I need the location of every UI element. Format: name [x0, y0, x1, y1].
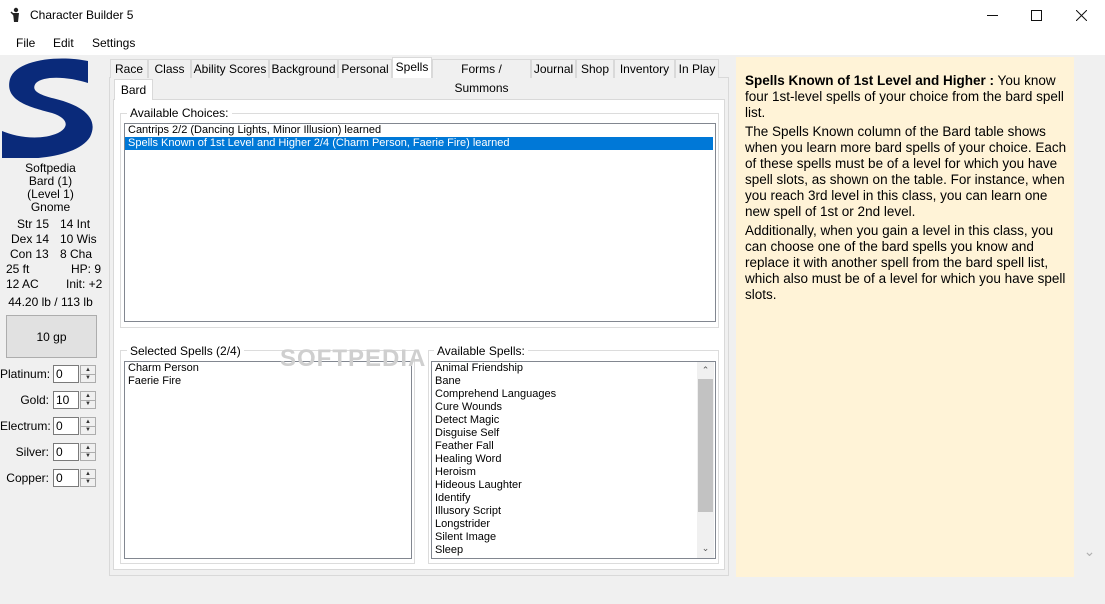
down-arrow-icon[interactable]: ▼: [81, 374, 95, 382]
portrait-logo[interactable]: [0, 57, 100, 158]
tab-journal[interactable]: Journal: [531, 59, 576, 78]
silver-label: Silver:: [15, 445, 49, 459]
stat-con: Con 13: [10, 247, 49, 261]
menu-edit[interactable]: Edit: [53, 36, 74, 50]
close-icon[interactable]: [1058, 0, 1104, 31]
tab-bard[interactable]: Bard: [114, 79, 153, 100]
gold-total-label: 10 gp: [36, 329, 67, 344]
description-paragraph: Spells Known of 1st Level and Higher : Y…: [745, 73, 1067, 121]
gold-stepper[interactable]: ▲ ▼: [80, 391, 96, 409]
app-icon: [10, 7, 19, 22]
description-panel: Spells Known of 1st Level and Higher : Y…: [736, 57, 1074, 577]
silver-input[interactable]: 0: [53, 443, 79, 461]
list-item[interactable]: Animal Friendship: [432, 362, 715, 375]
tab-spells[interactable]: Spells: [392, 57, 432, 78]
platinum-stepper[interactable]: ▲ ▼: [80, 365, 96, 383]
stat-dex: Dex 14: [11, 232, 50, 246]
stat-int: 14 Int: [60, 217, 91, 231]
character-race: Gnome: [30, 200, 71, 214]
stat-speed: 25 ft: [6, 262, 30, 276]
list-item[interactable]: Identify: [432, 492, 715, 505]
list-item[interactable]: Healing Word: [432, 453, 715, 466]
gold-total-button[interactable]: 10 gp: [6, 315, 97, 358]
minimize-icon[interactable]: [969, 0, 1015, 31]
selected-spells-list[interactable]: Charm Person Faerie Fire: [124, 361, 412, 559]
stat-str: Str 15: [17, 217, 50, 231]
list-item[interactable]: Heroism: [432, 466, 715, 479]
stat-cha: 8 Cha: [60, 247, 93, 261]
available-spells-list[interactable]: Animal Friendship Bane Comprehend Langua…: [431, 361, 716, 559]
chevron-up-icon[interactable]: ⌃: [697, 362, 714, 379]
down-arrow-icon[interactable]: ▼: [81, 452, 95, 460]
description-paragraph: The Spells Known column of the Bard tabl…: [745, 124, 1067, 219]
title-bar: Character Builder 5: [0, 0, 1105, 31]
down-arrow-icon[interactable]: ▼: [81, 478, 95, 486]
description-scrollbar[interactable]: ⌄: [1074, 57, 1105, 577]
menu-file[interactable]: File: [16, 36, 35, 50]
available-spells-label: Available Spells:: [434, 344, 528, 358]
tab-in-play[interactable]: In Play: [675, 59, 719, 78]
silver-stepper[interactable]: ▲ ▼: [80, 443, 96, 461]
list-item[interactable]: Feather Fall: [432, 440, 715, 453]
down-arrow-icon[interactable]: ▼: [81, 426, 95, 434]
electrum-label: Electrum:: [0, 419, 51, 433]
electrum-input[interactable]: 0: [53, 417, 79, 435]
list-item[interactable]: Detect Magic: [432, 414, 715, 427]
available-choices-list[interactable]: Cantrips 2/2 (Dancing Lights, Minor Illu…: [124, 123, 716, 322]
list-item[interactable]: Faerie Fire: [125, 375, 411, 388]
down-arrow-icon[interactable]: ▼: [81, 400, 95, 408]
window-title: Character Builder 5: [30, 8, 134, 22]
description-heading: Spells Known of 1st Level and Higher :: [745, 73, 995, 88]
tab-shop[interactable]: Shop: [576, 59, 614, 78]
platinum-input[interactable]: 0: [53, 365, 79, 383]
list-item[interactable]: Cure Wounds: [432, 401, 715, 414]
tab-class[interactable]: Class: [148, 59, 191, 78]
description-paragraph: Additionally, when you gain a level in t…: [745, 223, 1066, 302]
watermark: SOFTPEDIA: [280, 345, 427, 372]
copper-label: Copper:: [6, 471, 49, 485]
maximize-icon[interactable]: [1013, 0, 1059, 31]
tab-forms-summons[interactable]: Forms / Summons: [432, 59, 531, 95]
stat-wis: 10 Wis: [60, 232, 97, 246]
electrum-stepper[interactable]: ▲ ▼: [80, 417, 96, 435]
list-item[interactable]: Silent Image: [432, 531, 715, 544]
copper-stepper[interactable]: ▲ ▼: [80, 469, 96, 487]
copper-input[interactable]: 0: [53, 469, 79, 487]
list-item-selected[interactable]: Spells Known of 1st Level and Higher 2/4…: [125, 137, 713, 150]
stat-hp: HP: 9: [71, 262, 102, 276]
list-item[interactable]: Illusory Script: [432, 505, 715, 518]
chevron-down-icon[interactable]: ⌄: [697, 541, 714, 558]
list-item[interactable]: Comprehend Languages: [432, 388, 715, 401]
chevron-down-icon[interactable]: ⌄: [1081, 543, 1098, 560]
menu-bar: File Edit Settings: [0, 31, 1105, 55]
platinum-label: Platinum:: [0, 367, 51, 381]
list-item[interactable]: Cantrips 2/2 (Dancing Lights, Minor Illu…: [125, 124, 715, 137]
stat-ac: 12 AC: [6, 277, 39, 291]
selected-spells-label: Selected Spells (2/4): [127, 344, 244, 358]
available-choices-label: Available Choices:: [127, 106, 232, 120]
tab-ability-scores[interactable]: Ability Scores: [191, 59, 269, 78]
list-item[interactable]: Sleep: [432, 544, 715, 557]
list-item[interactable]: Bane: [432, 375, 715, 388]
gold-label: Gold:: [20, 393, 49, 407]
scrollbar-thumb[interactable]: [698, 379, 713, 512]
stat-init: Init: +2: [66, 277, 103, 291]
list-item[interactable]: Longstrider: [432, 518, 715, 531]
menu-settings[interactable]: Settings: [92, 36, 135, 50]
available-spells-scrollbar[interactable]: ⌃ ⌄: [697, 362, 714, 558]
tab-inventory[interactable]: Inventory: [614, 59, 675, 78]
carry-weight: 44.20 lb / 113 lb: [8, 295, 93, 309]
list-item[interactable]: Hideous Laughter: [432, 479, 715, 492]
tab-background[interactable]: Background: [269, 59, 338, 78]
list-item[interactable]: Disguise Self: [432, 427, 715, 440]
tab-personal[interactable]: Personal: [338, 59, 392, 78]
tab-race[interactable]: Race: [110, 59, 148, 78]
gold-input[interactable]: 10: [53, 391, 79, 409]
